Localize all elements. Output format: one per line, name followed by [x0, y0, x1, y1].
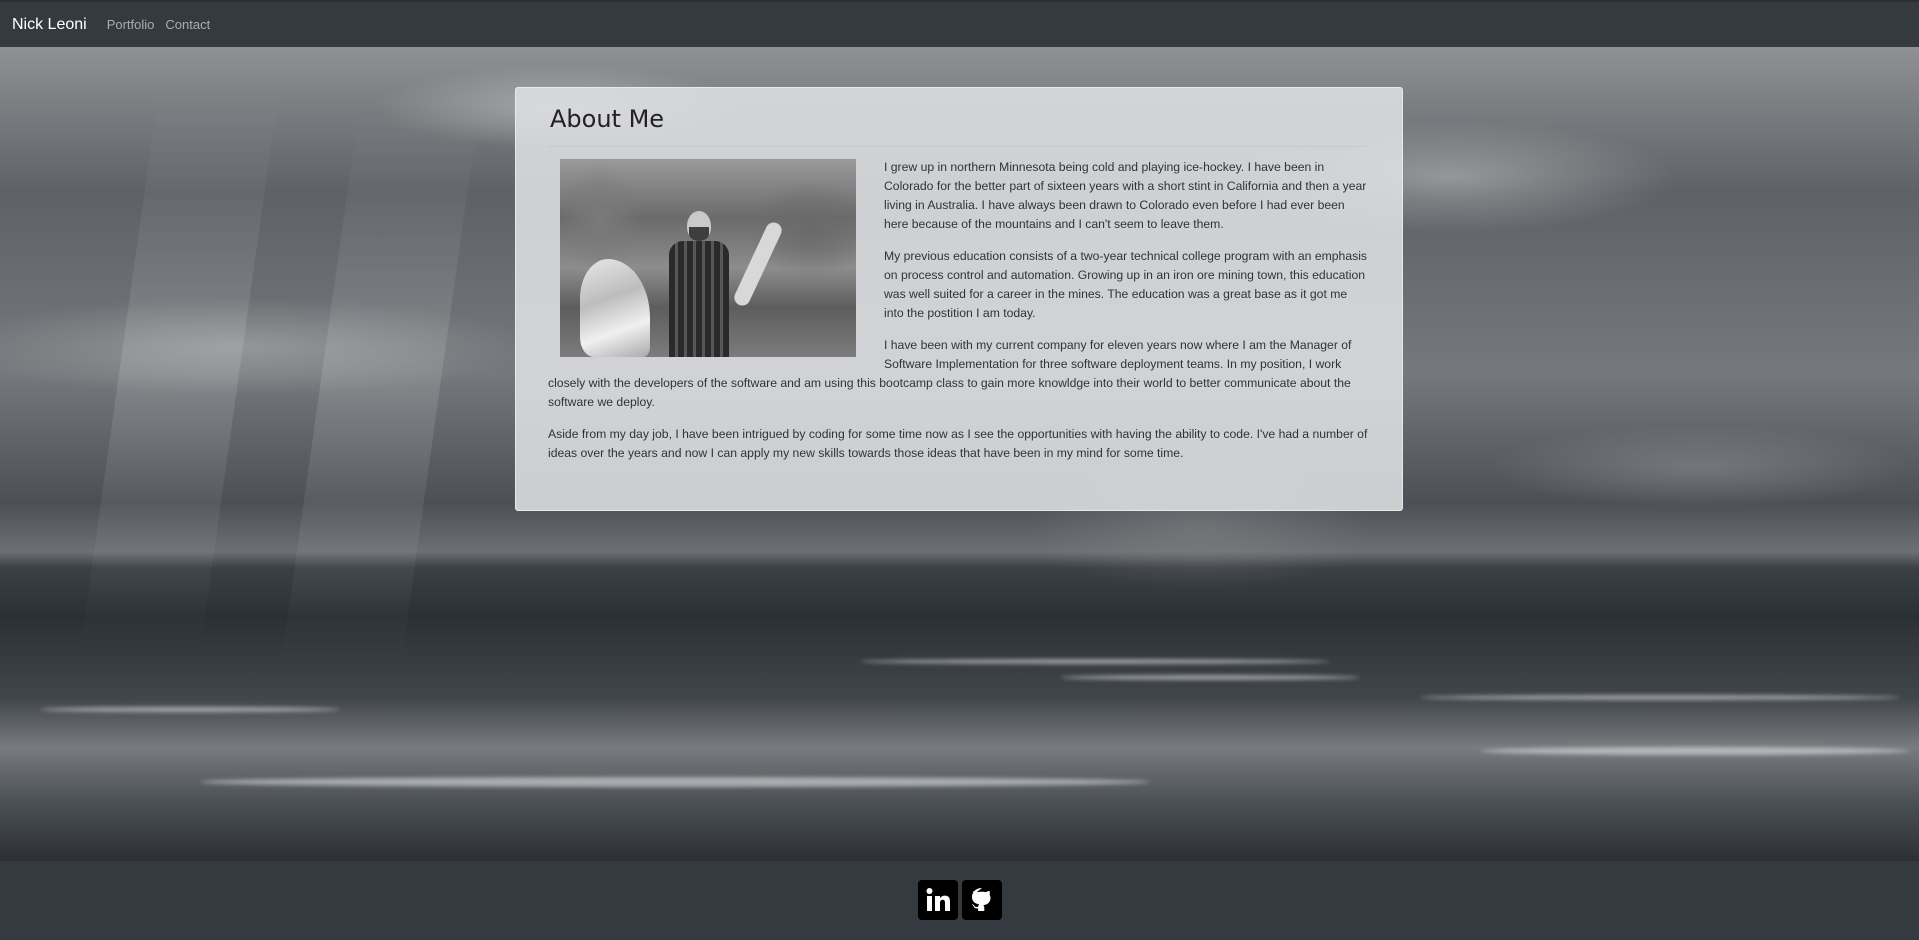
light-ray: [80, 87, 280, 647]
water-highlight: [200, 777, 1150, 787]
water-highlight: [1480, 747, 1910, 755]
divider: [548, 146, 1370, 147]
nav-link-contact[interactable]: Contact: [165, 17, 210, 32]
nav-link-portfolio[interactable]: Portfolio: [107, 17, 155, 32]
water-highlight: [40, 707, 340, 712]
navbar: Nick Leoni Portfolio Contact: [0, 0, 1919, 47]
github-icon[interactable]: [961, 880, 1002, 920]
light-ray: [280, 107, 480, 667]
water-highlight: [1060, 675, 1360, 680]
profile-photo: [560, 159, 856, 357]
about-paragraph: Aside from my day job, I have been intri…: [548, 427, 1368, 460]
about-body: I grew up in northern Minnesota being co…: [548, 158, 1370, 463]
linkedin-icon[interactable]: [917, 880, 958, 920]
brand-link[interactable]: Nick Leoni: [12, 16, 87, 34]
about-card: About Me I grew up in northern Minnesota…: [515, 87, 1403, 511]
water-highlight: [1420, 695, 1900, 700]
water-highlight: [860, 659, 1330, 664]
footer: [0, 861, 1919, 940]
about-title: About Me: [550, 105, 665, 133]
